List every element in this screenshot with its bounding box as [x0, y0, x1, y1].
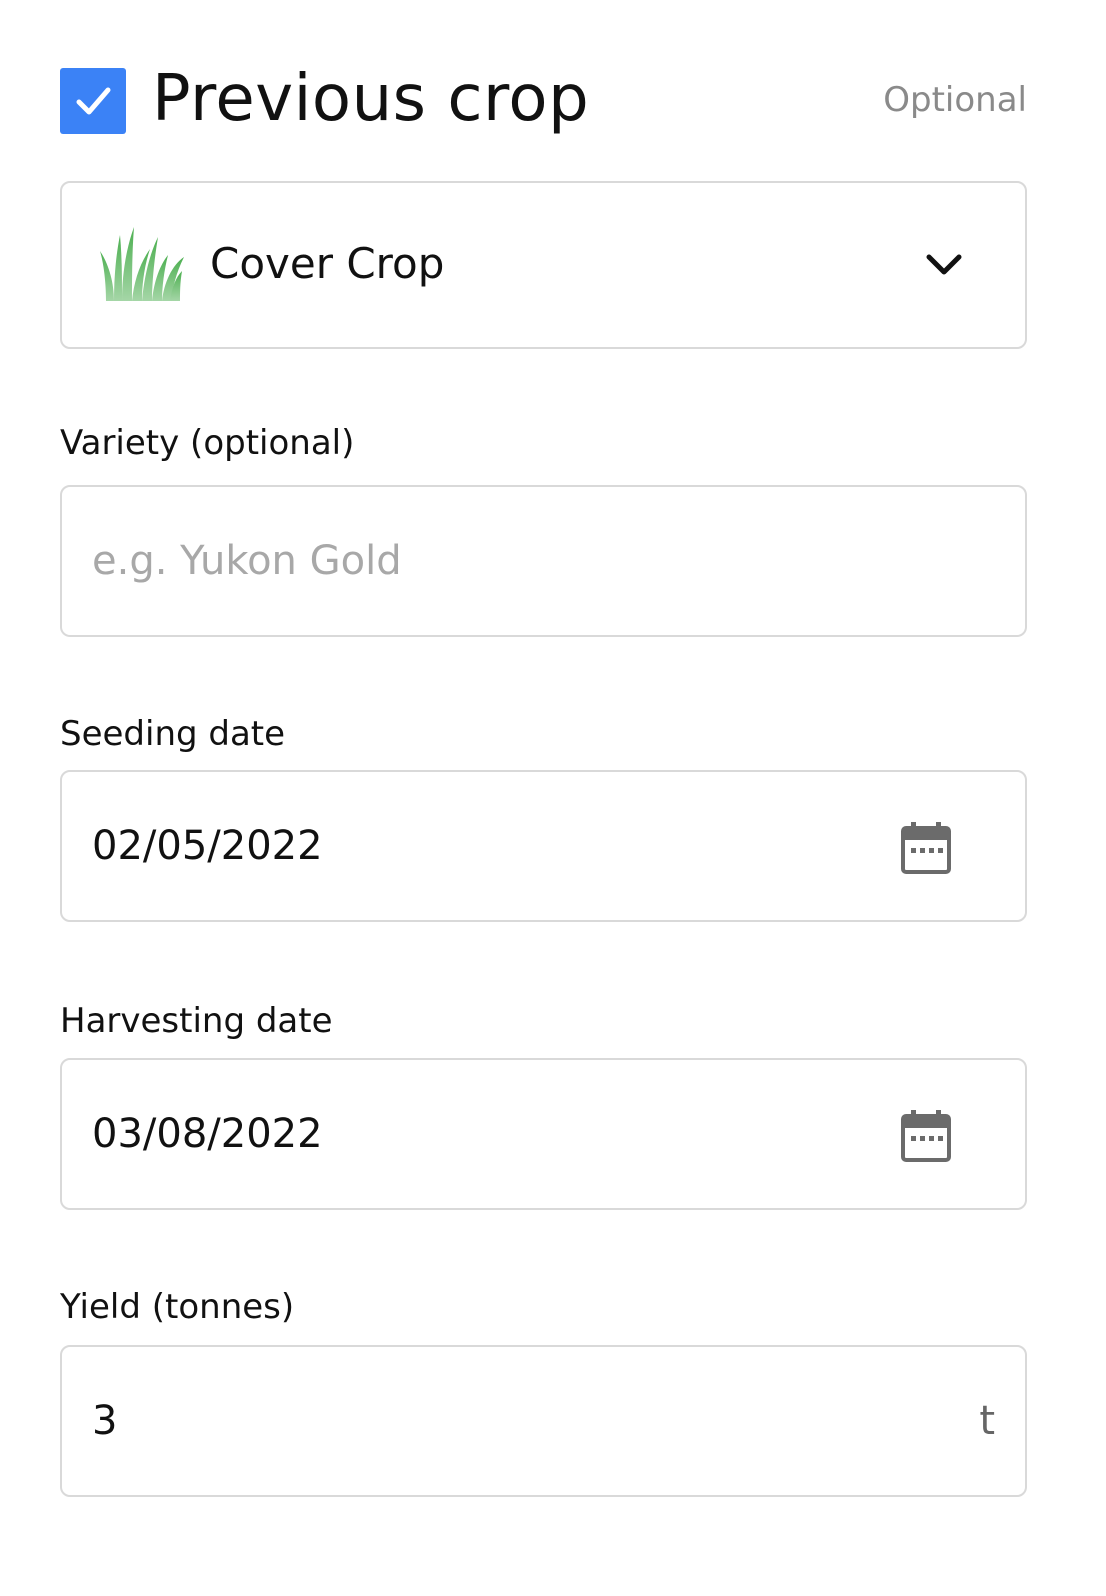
seeding-date-label: Seeding date: [60, 714, 286, 754]
variety-input[interactable]: [92, 487, 932, 635]
chevron-down-icon: [926, 254, 962, 275]
yield-label: Yield (tonnes): [60, 1287, 295, 1327]
previous-crop-checkbox[interactable]: [60, 68, 126, 134]
harvesting-date-field[interactable]: 03/08/2022: [60, 1058, 1027, 1210]
harvesting-date-label: Harvesting date: [60, 1001, 333, 1041]
harvesting-date-value: 03/08/2022: [92, 1111, 323, 1157]
yield-unit: t: [979, 1398, 995, 1444]
page-title: Previous crop: [152, 62, 590, 136]
crop-select-value: Cover Crop: [210, 239, 445, 288]
yield-field[interactable]: 3 t: [60, 1345, 1027, 1497]
yield-value: 3: [92, 1398, 118, 1444]
seeding-date-value: 02/05/2022: [92, 823, 323, 869]
variety-label: Variety (optional): [60, 423, 355, 463]
seeding-date-field[interactable]: 02/05/2022: [60, 770, 1027, 922]
calendar-icon[interactable]: [901, 822, 951, 874]
crop-select[interactable]: Cover Crop: [60, 181, 1027, 349]
calendar-icon[interactable]: [901, 1110, 951, 1162]
grass-icon: [100, 227, 184, 301]
optional-tag: Optional: [883, 80, 1027, 120]
checkmark-icon: [76, 87, 111, 115]
variety-field[interactable]: [60, 485, 1027, 637]
section-header: Previous crop Optional: [60, 62, 1027, 136]
